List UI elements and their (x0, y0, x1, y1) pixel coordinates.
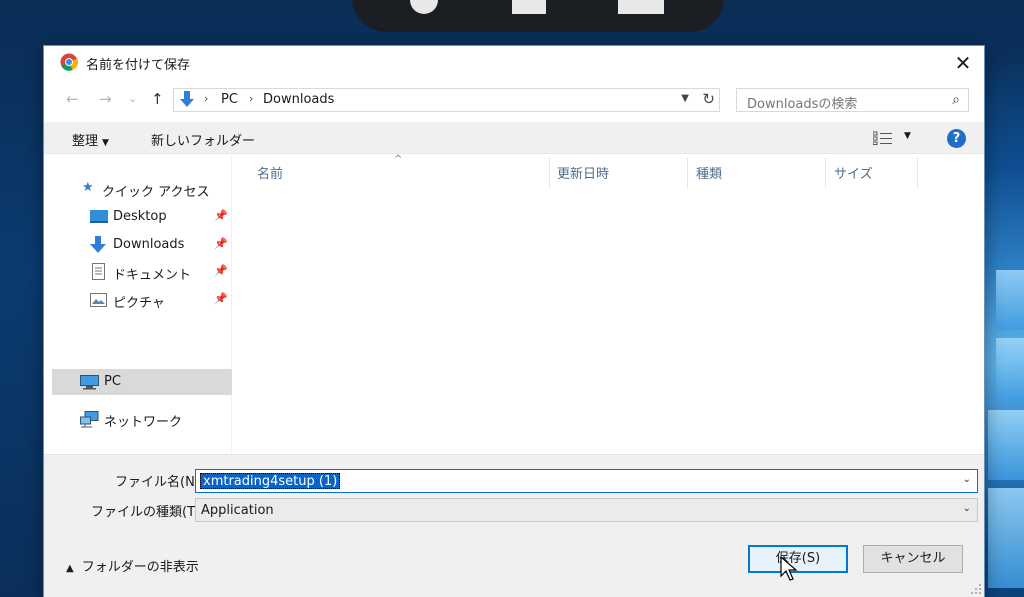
sidebar-item-label: ネットワーク (104, 415, 183, 430)
up-arrow-icon[interactable]: ↑ (151, 90, 164, 108)
sidebar-item-downloads[interactable]: Downloads 📌 (52, 232, 232, 258)
sidebar-item-label: PC (104, 374, 121, 389)
column-header-name[interactable]: 名前 (257, 163, 283, 182)
help-icon[interactable]: ? (947, 129, 966, 148)
save-as-dialog: 名前を付けて保存 ✕ ← → ⌄ ↑ › PC › Downloads ▼ ↻ … (44, 46, 984, 597)
network-icon (80, 411, 99, 428)
save-button[interactable]: 保存(S) (748, 545, 848, 573)
refresh-icon[interactable]: ↻ (702, 90, 715, 108)
chrome-icon (60, 53, 78, 71)
windows-logo-pane (988, 488, 1024, 588)
organize-button[interactable]: 整理 ▼ (72, 130, 109, 149)
column-header-type[interactable]: 種類 (696, 163, 722, 182)
column-header-modified[interactable]: 更新日時 (557, 163, 609, 182)
filetype-value: Application (201, 503, 274, 518)
forward-arrow-icon[interactable]: → (99, 90, 112, 108)
column-header-size[interactable]: サイズ (834, 163, 873, 182)
sort-ascending-icon: ^ (394, 154, 403, 165)
search-icon[interactable]: ⌕ (952, 92, 960, 108)
breadcrumb-downloads[interactable]: Downloads (263, 92, 334, 107)
column-divider[interactable] (917, 158, 918, 188)
search-input[interactable]: Downloadsの検索 (747, 93, 857, 112)
pin-icon[interactable]: 📌 (214, 237, 228, 250)
save-form: ファイル名(N): xmtrading4setup (1) ⌄ ファイルの種類(… (44, 454, 984, 597)
sidebar-item-label: クイック アクセス (102, 185, 210, 200)
window-icon[interactable] (618, 0, 664, 14)
organize-label: 整理 (72, 134, 99, 149)
picture-icon (90, 293, 107, 307)
pin-icon[interactable]: 📌 (214, 264, 228, 277)
star-icon: ★ (82, 180, 94, 195)
view-options-icon[interactable] (873, 131, 893, 145)
column-divider[interactable] (549, 158, 550, 188)
sidebar-item-pc[interactable]: PC (52, 369, 232, 395)
resize-grip-icon[interactable] (970, 583, 982, 595)
navigation-bar: ← → ⌄ ↑ › PC › Downloads ▼ ↻ Downloadsの検… (44, 86, 984, 114)
sidebar-item-quick-access[interactable]: ★ クイック アクセス (52, 176, 232, 202)
close-button[interactable]: ✕ (948, 50, 978, 76)
search-box[interactable]: Downloadsの検索 ⌕ (736, 88, 969, 112)
grid-icon[interactable] (512, 0, 546, 14)
download-icon (90, 236, 106, 253)
recent-locations-chevron-icon[interactable]: ⌄ (128, 92, 137, 105)
sidebar-item-label: Desktop (113, 209, 167, 224)
sidebar-item-desktop[interactable]: Desktop 📌 (52, 204, 232, 230)
desktop-icon (90, 210, 108, 223)
column-divider[interactable] (825, 158, 826, 188)
sidebar-item-documents[interactable]: ドキュメント 📌 (52, 259, 232, 285)
address-bar[interactable]: › PC › Downloads ▼ ↻ (173, 88, 720, 112)
sidebar-item-label: ドキュメント (113, 268, 192, 283)
dialog-title: 名前を付けて保存 (86, 58, 191, 73)
windows-logo-pane (996, 270, 1024, 330)
windows-logo-pane (996, 338, 1024, 402)
filename-input[interactable]: xmtrading4setup (1) (200, 473, 341, 489)
chevron-down-icon[interactable]: ⌄ (963, 503, 971, 514)
chevron-up-icon: ▲ (66, 563, 74, 574)
command-bar: 整理 ▼ 新しいフォルダー ▼ ? (44, 122, 984, 154)
address-chevron-down-icon[interactable]: ▼ (681, 93, 689, 104)
hide-folders-button[interactable]: ▲ フォルダーの非表示 (66, 556, 199, 575)
pin-icon[interactable]: 📌 (214, 292, 228, 305)
breadcrumb-separator: › (204, 92, 209, 105)
computer-icon (80, 375, 99, 390)
filename-label: ファイル名(N): (115, 475, 205, 490)
filename-field[interactable]: xmtrading4setup (1) ⌄ (195, 469, 978, 493)
cancel-button[interactable]: キャンセル (863, 545, 963, 573)
chevron-down-icon[interactable]: ⌄ (963, 474, 971, 485)
file-list[interactable]: ^ 名前 更新日時 種類 サイズ (234, 154, 980, 454)
search-icon[interactable] (410, 0, 438, 14)
new-folder-button[interactable]: 新しいフォルダー (151, 130, 255, 149)
sidebar-item-label: Downloads (113, 237, 185, 252)
breadcrumb-pc[interactable]: PC (221, 92, 238, 107)
filetype-label: ファイルの種類(T): (91, 505, 205, 520)
breadcrumb-separator: › (249, 92, 254, 105)
view-chevron-down-icon[interactable]: ▼ (904, 131, 911, 141)
sidebar-item-network[interactable]: ネットワーク (52, 406, 232, 432)
sidebar-item-pictures[interactable]: ピクチャ 📌 (52, 287, 232, 313)
pin-icon[interactable]: 📌 (214, 209, 228, 222)
chevron-down-icon: ▼ (102, 138, 109, 148)
title-bar: 名前を付けて保存 ✕ (44, 46, 984, 78)
navigation-pane: ★ クイック アクセス Desktop 📌 Downloads 📌 ドキュメント… (52, 156, 232, 454)
document-icon (92, 263, 105, 280)
screen-toolbar-overlay (352, 0, 724, 32)
hide-folders-label: フォルダーの非表示 (81, 560, 199, 575)
sidebar-item-label: ピクチャ (113, 296, 165, 311)
filetype-select[interactable]: Application ⌄ (195, 498, 978, 522)
mouse-cursor-icon (780, 556, 798, 581)
back-arrow-icon[interactable]: ← (66, 90, 79, 108)
column-divider[interactable] (687, 158, 688, 188)
download-icon (180, 91, 194, 107)
windows-logo-pane (988, 410, 1024, 480)
